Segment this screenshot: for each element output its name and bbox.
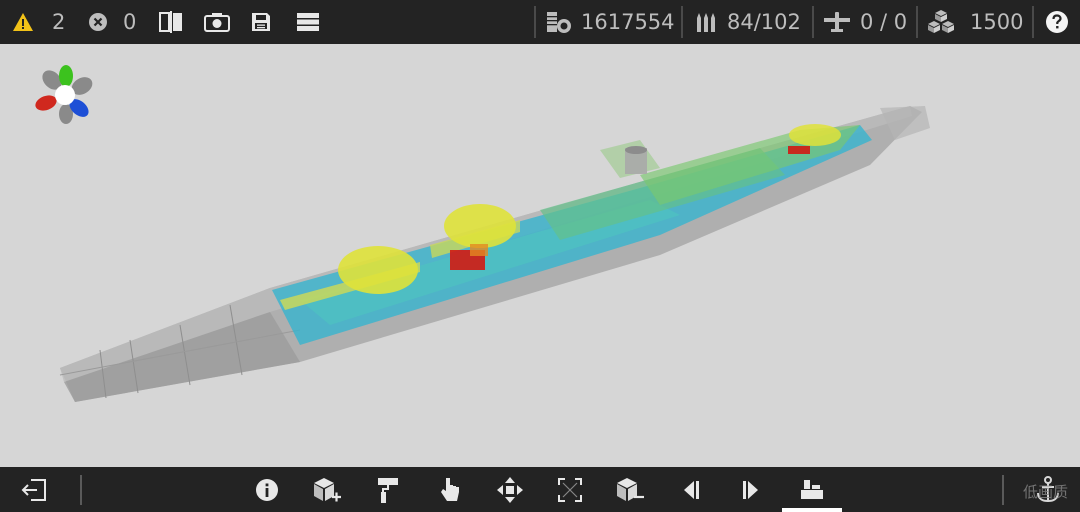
ship-icon [801,479,823,499]
orientation-gizmo[interactable] [33,65,95,124]
select-button[interactable] [428,467,472,512]
divider [1032,6,1034,38]
divider [812,6,814,38]
paint-roller-icon [378,477,398,503]
error-icon [89,13,107,31]
help-button[interactable] [1045,0,1069,44]
help-icon [1046,11,1068,33]
coins-icon [547,12,571,33]
warning-indicator[interactable]: 2 [12,0,65,44]
aircraft-value: 0 / 0 [860,10,908,34]
divider [534,6,536,38]
save-button[interactable] [250,0,272,44]
camera-icon [204,13,230,32]
add-block-icon [314,477,341,501]
move-button[interactable] [488,467,532,512]
blocks-indicator: 1500 [926,0,1023,44]
top-toolbar: 2 0 1617554 84/102 0 / 0 1500 [0,0,1080,44]
active-tab-indicator [782,508,842,512]
paint-button[interactable] [366,467,410,512]
info-icon [256,478,278,501]
screenshot-button[interactable] [204,0,230,44]
save-icon [252,13,270,31]
step-forward-icon [743,480,758,499]
build-viewport[interactable] [0,44,1080,467]
quality-watermark: 低画质 [1022,483,1068,501]
divider [916,6,918,38]
info-button[interactable] [245,467,289,512]
divider [1002,475,1004,505]
add-block-button[interactable] [305,467,349,512]
exit-button[interactable] [12,467,56,512]
warning-count: 2 [52,10,66,34]
warning-icon [13,13,33,31]
error-indicator[interactable]: 0 [88,0,136,44]
mirror-icon [159,11,182,33]
aircraft-indicator: 0 / 0 [822,0,907,44]
resize-button[interactable] [548,467,592,512]
menu-button[interactable] [296,0,320,44]
previous-button[interactable] [669,467,713,512]
ship-model[interactable] [0,44,1080,467]
step-back-icon [684,480,699,499]
move-icon [497,476,523,503]
divider [80,475,82,505]
cost-indicator: 1617554 [545,0,675,44]
error-count: 0 [123,10,137,34]
menu-icon [297,13,319,31]
bottom-toolbar [0,467,1080,512]
hand-pointer-icon [441,477,459,501]
cost-value: 1617554 [581,10,675,34]
remove-block-button[interactable] [608,467,652,512]
ammo-value: 84/102 [727,10,801,34]
plane-icon [824,12,850,32]
divider [681,6,683,38]
mirror-button[interactable] [158,0,184,44]
blocks-icon [928,10,954,33]
ammo-indicator: 84/102 [694,0,801,44]
ship-view-button[interactable] [790,467,834,512]
exit-icon [21,478,46,501]
ammo-icon [697,13,715,32]
ship-modules [272,106,930,345]
resize-icon [558,477,582,502]
blocks-value: 1500 [970,10,1024,34]
next-button[interactable] [729,467,773,512]
remove-block-icon [617,477,644,501]
